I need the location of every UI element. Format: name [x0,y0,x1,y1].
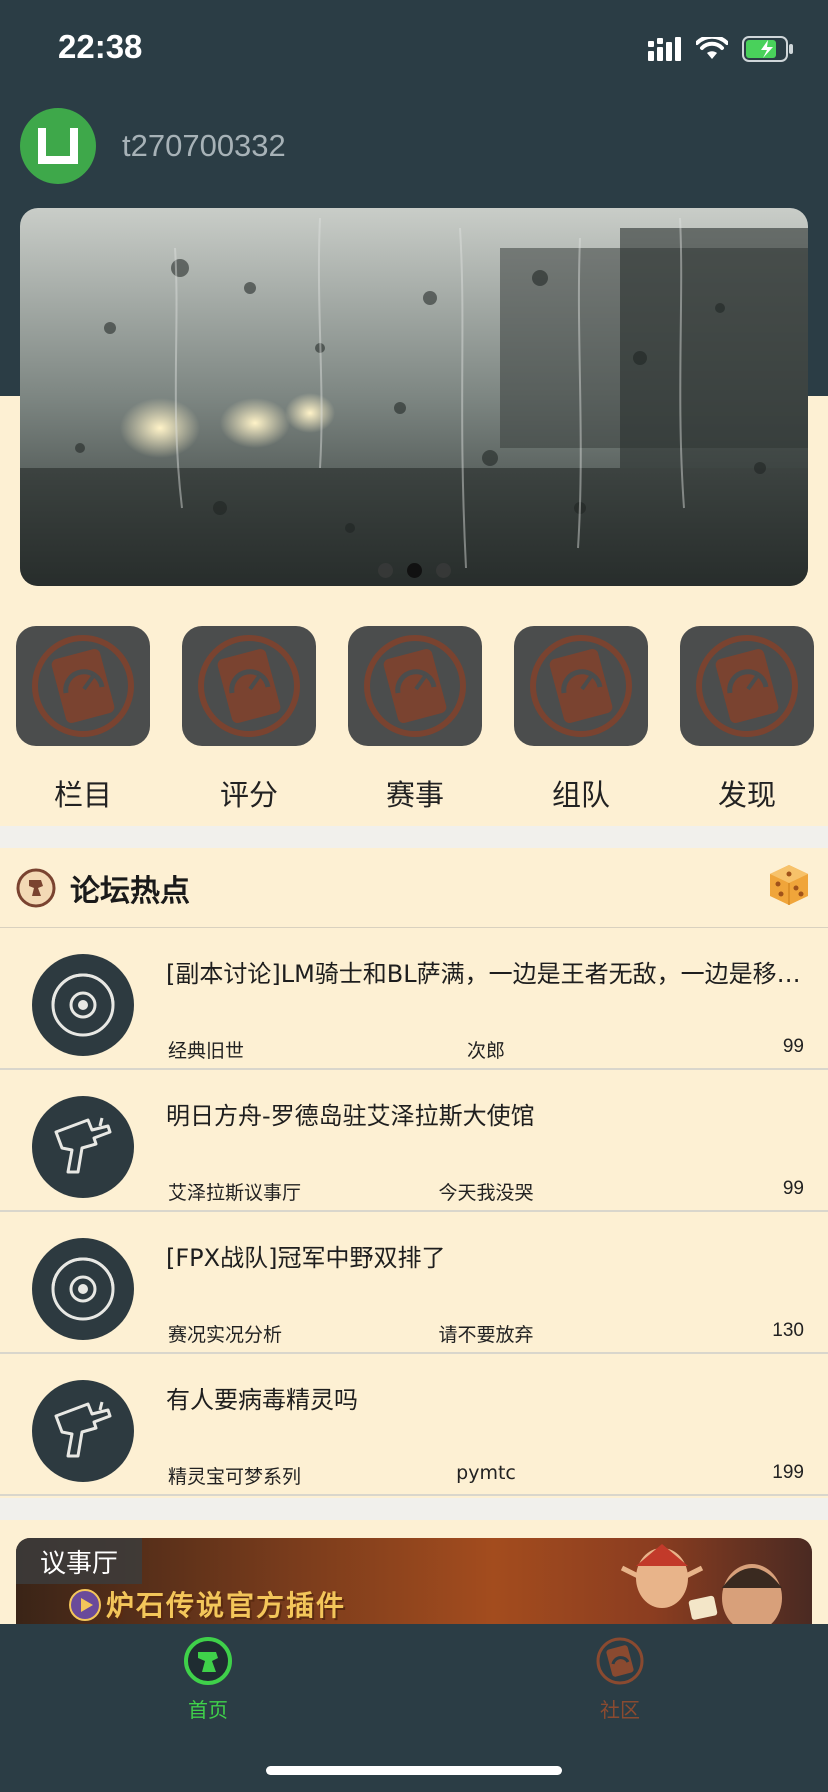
post-author: pymtc [456,1462,516,1484]
pokeball-icon [51,973,115,1037]
rainy-window-image [20,208,808,586]
post-forum: 经典旧世 [168,1040,245,1062]
post-author: 今天我没哭 [438,1182,534,1204]
play-badge-icon [69,1589,101,1621]
username: t270700332 [122,128,286,163]
shortcut-tile[interactable] [680,626,814,746]
post-title: 明日方舟-罗德岛驻艾泽拉斯大使馆 [166,1102,535,1130]
pokeball-icon [51,1257,115,1321]
council-banner-text: 炉石传说官方插件 [106,1589,347,1622]
shortcut-discover[interactable]: 发现 [680,626,814,814]
tab-community[interactable]: 社区 [560,1636,680,1723]
post-list: [副本讨论]LM骑士和BL萨满，一边是王者无敌，一边是移动… 经典旧世 次郎 9… [0,928,828,1496]
shortcut-rating[interactable]: 评分 [182,626,316,814]
gauge-card-icon [696,635,798,737]
gauge-card-icon [198,635,300,737]
carousel-dots [20,563,808,578]
carousel-dot[interactable] [377,563,393,578]
shortcut-tile[interactable] [16,626,150,746]
shortcut-row: 栏目 评分 赛事 组队 发现 [0,626,828,822]
user-logo-icon [38,128,78,164]
shortcut-label: 组队 [551,778,610,812]
avatar[interactable] [20,108,96,184]
post-thumbnail [32,954,134,1056]
user-row[interactable]: t270700332 [20,108,286,184]
status-time: 22:38 [58,28,143,65]
gauge-card-icon [32,635,134,737]
shortcut-events[interactable]: 赛事 [348,626,482,814]
post-author: 请不要放弃 [438,1324,534,1346]
shortcut-tile[interactable] [348,626,482,746]
signal-icon [648,37,681,61]
community-gauge-icon [596,1637,644,1685]
post-item[interactable]: 明日方舟-罗德岛驻艾泽拉斯大使馆 艾泽拉斯议事厅 今天我没哭 99 [0,1070,828,1212]
post-item[interactable]: 有人要病毒精灵吗 精灵宝可梦系列 pymtc 199 [0,1354,828,1496]
post-title: 有人要病毒精灵吗 [166,1386,358,1414]
shortcut-label: 赛事 [385,778,444,812]
battery-icon [742,36,793,62]
post-forum: 赛况实况分析 [168,1324,283,1346]
post-forum: 精灵宝可梦系列 [168,1466,302,1488]
tab-label: 社区 [600,1698,640,1722]
post-author: 次郎 [466,1040,505,1062]
post-thumbnail [32,1380,134,1482]
hero-characters-image [620,1544,782,1628]
shortcut-tile[interactable] [514,626,648,746]
tab-home[interactable]: 首页 [148,1636,268,1723]
post-item[interactable]: [副本讨论]LM骑士和BL萨满，一边是王者无敌，一边是移动… 经典旧世 次郎 9… [0,928,828,1070]
tab-label: 首页 [188,1698,228,1722]
shortcut-label: 发现 [717,778,776,812]
home-indicator[interactable] [266,1766,562,1775]
forum-badge-icon [16,868,56,907]
banner-carousel[interactable] [20,208,808,586]
post-thumbnail [32,1096,134,1198]
post-reply-count: 199 [772,1462,804,1483]
post-title: [FPX战队]冠军中野双排了 [166,1244,446,1272]
wifi-icon [696,37,728,59]
post-title: [副本讨论]LM骑士和BL萨满，一边是王者无敌，一边是移动… [166,960,806,988]
post-forum: 艾泽拉斯议事厅 [168,1182,302,1204]
shortcut-label: 栏目 [53,778,112,812]
status-bar: 22:38 [0,0,828,100]
section-title: 论坛热点 [70,873,190,909]
council-tag: 议事厅 [16,1538,142,1584]
status-icons [648,34,794,64]
water-gun-icon [54,1401,112,1458]
gauge-card-icon [364,635,466,737]
post-reply-count: 99 [782,1178,804,1199]
post-reply-count: 99 [782,1036,804,1057]
post-item[interactable]: [FPX战队]冠军中野双排了 赛况实况分析 请不要放弃 130 [0,1212,828,1354]
dice-icon[interactable] [766,862,812,908]
home-dragon-icon [184,1637,232,1685]
forum-hot-header: 论坛热点 [0,848,828,928]
water-gun-icon [54,1117,112,1174]
section-divider [0,826,828,848]
council-banner[interactable]: 议事厅 炉石传说官方插件 [16,1538,812,1628]
shortcut-team[interactable]: 组队 [514,626,648,814]
gauge-card-icon [530,635,632,737]
carousel-dot[interactable] [435,563,451,578]
post-reply-count: 130 [772,1320,804,1341]
post-thumbnail [32,1238,134,1340]
section-divider [0,1498,828,1520]
shortcut-label: 评分 [219,778,278,812]
carousel-dot-active[interactable] [406,563,422,578]
shortcut-tile[interactable] [182,626,316,746]
shortcut-columns[interactable]: 栏目 [16,626,150,814]
